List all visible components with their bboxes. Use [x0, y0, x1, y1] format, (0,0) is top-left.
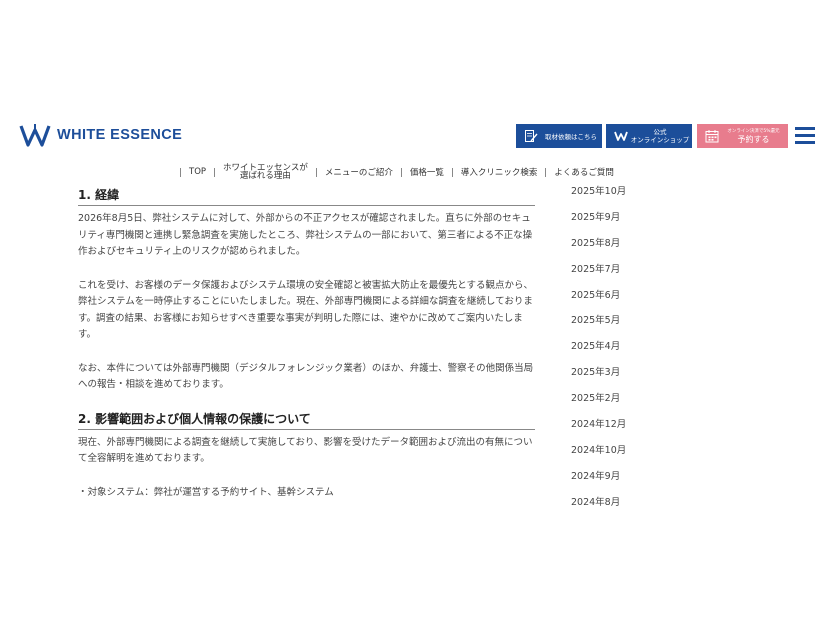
article-body: 1. 経緯 2026年8月5日、弊社システムに対して、外部からの不正アクセスが確…: [78, 186, 535, 499]
reserve-label-main: 予約する: [737, 135, 770, 144]
interview-request-button[interactable]: 取材依頼はこちら: [516, 124, 602, 148]
logo-text: WHITE ESSENCE: [57, 127, 183, 143]
nav-item-prices[interactable]: 価格一覧: [402, 166, 452, 178]
archive-item[interactable]: 2024年8月: [571, 495, 691, 507]
online-shop-label-line1: 公式: [653, 128, 667, 136]
paragraph: 現在、外部専門機関による調査を継続して実施しており、影響を受けたデータ範囲および…: [78, 436, 533, 465]
archive-item[interactable]: 2025年8月: [571, 236, 691, 262]
archive-item[interactable]: 2025年6月: [571, 288, 691, 314]
reserve-label: オンライン決済で5%還元 予約する: [719, 128, 788, 144]
document-pen-icon: [525, 130, 538, 142]
monthly-archive-list: 2025年10月 2025年9月 2025年8月 2025年7月 2025年6月…: [571, 184, 691, 507]
nav-item-why-chosen[interactable]: ホワイトエッセンスが 選ばれる理由: [215, 163, 316, 181]
nav-item-menu[interactable]: メニューのご紹介: [317, 166, 401, 178]
site-header: WHITE ESSENCE 取材依頼はこちら 公式 オンラインショップ オンライ…: [0, 118, 826, 158]
global-nav: TOP ホワイトエッセンスが 選ばれる理由 メニューのご紹介 価格一覧 導入クリ…: [180, 162, 622, 182]
w-logo-icon: [19, 124, 51, 147]
archive-item[interactable]: 2025年7月: [571, 262, 691, 288]
archive-item[interactable]: 2024年12月: [571, 417, 691, 443]
archive-item[interactable]: 2024年10月: [571, 443, 691, 469]
section-heading: 1. 経緯: [78, 186, 535, 206]
w-shop-icon: [614, 131, 628, 141]
archive-item[interactable]: 2025年3月: [571, 365, 691, 391]
interview-request-label: 取材依頼はこちら: [545, 133, 597, 141]
archive-item[interactable]: 2025年2月: [571, 391, 691, 417]
nav-item-top[interactable]: TOP: [181, 167, 214, 177]
paragraph: なお、本件については外部専門機関（デジタルフォレンジック業者）のほか、弁護士、警…: [78, 362, 534, 391]
reserve-button[interactable]: オンライン決済で5%還元 予約する: [697, 124, 788, 148]
hamburger-menu-icon[interactable]: [795, 127, 815, 145]
calendar-icon: [705, 130, 719, 143]
nav-item-clinic-search[interactable]: 導入クリニック検索: [453, 166, 546, 178]
online-shop-button[interactable]: 公式 オンラインショップ: [606, 124, 692, 148]
paragraph: 2026年8月5日、弊社システムに対して、外部からの不正アクセスが確認されました…: [78, 213, 533, 257]
nav-item-why-chosen-line2: 選ばれる理由: [239, 171, 291, 181]
logo[interactable]: WHITE ESSENCE: [19, 122, 182, 148]
online-shop-label-line2: オンラインショップ: [630, 136, 690, 144]
archive-item[interactable]: 2025年5月: [571, 313, 691, 339]
section-heading: 2. 影響範囲および個人情報の保護について: [78, 410, 535, 430]
archive-item[interactable]: 2025年10月: [571, 184, 691, 210]
paragraph: ・対象システム：弊社が運営する予約サイト、基幹システム: [78, 486, 334, 498]
paragraph: これを受け、お客様のデータ保護およびシステム環境の安全確認と被害拡大防止を最優先…: [78, 279, 533, 341]
archive-item[interactable]: 2025年9月: [571, 210, 691, 236]
archive-item[interactable]: 2025年4月: [571, 339, 691, 365]
online-shop-label: 公式 オンラインショップ: [628, 128, 692, 144]
archive-item[interactable]: 2024年9月: [571, 469, 691, 495]
nav-item-faq[interactable]: よくあるご質問: [546, 166, 622, 178]
